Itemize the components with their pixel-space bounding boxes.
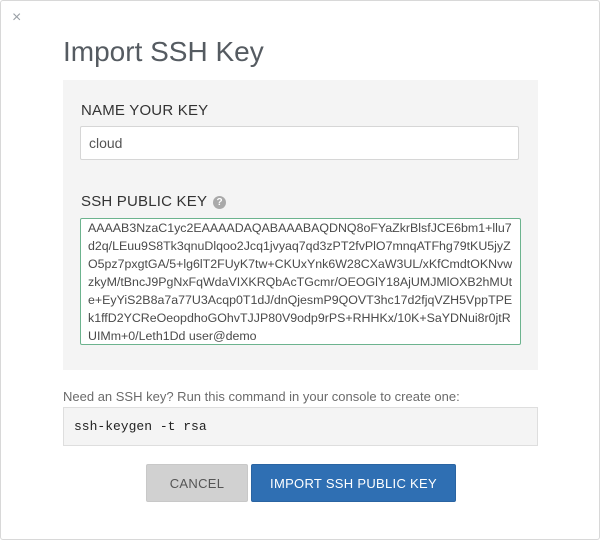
cancel-button[interactable]: CANCEL — [146, 464, 248, 502]
key-name-input[interactable] — [80, 126, 519, 160]
key-form-panel: NAME YOUR KEY SSH PUBLIC KEY? AAAAB3NzaC… — [63, 80, 538, 370]
ssh-public-key-label-text: SSH PUBLIC KEY — [81, 193, 208, 210]
ssh-public-key-textarea[interactable]: AAAAB3NzaC1yc2EAAAADAQABAAABAQDNQ8oFYaZk… — [80, 218, 521, 345]
ssh-public-key-label: SSH PUBLIC KEY? — [81, 193, 227, 210]
dialog-title: Import SSH Key — [63, 36, 264, 67]
name-key-label: NAME YOUR KEY — [81, 102, 209, 119]
help-icon[interactable]: ? — [213, 196, 227, 209]
import-ssh-key-dialog: × Import SSH Key NAME YOUR KEY SSH PUBLI… — [0, 0, 600, 540]
ssh-keygen-command: ssh-keygen -t rsa — [63, 407, 538, 446]
import-ssh-public-key-button[interactable]: IMPORT SSH PUBLIC KEY — [251, 464, 456, 502]
close-icon[interactable]: × — [12, 10, 21, 26]
ssh-keygen-hint: Need an SSH key? Run this command in you… — [63, 389, 460, 404]
